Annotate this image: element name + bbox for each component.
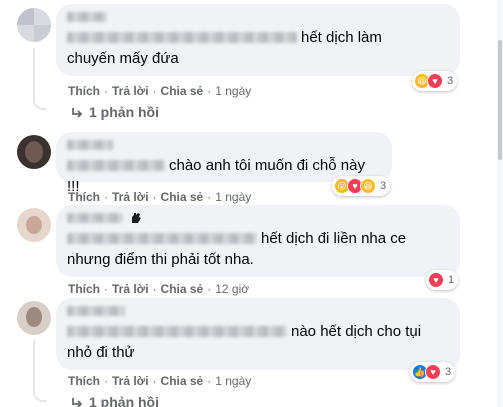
reaction-count: 1 (448, 274, 455, 286)
comment-actions: Thích · Trả lời · Chia sẻ · 12 giờ (68, 282, 250, 296)
replies-label: 1 phản hồi (89, 104, 159, 120)
comment-text: hết dịch đi liền nha ce (67, 228, 449, 249)
reaction-count: 3 (380, 180, 387, 192)
reply-action[interactable]: Trả lời (112, 84, 149, 98)
reaction-summary[interactable]: ♥ 1 (426, 270, 459, 290)
view-replies-button[interactable]: 1 phản hồi (70, 104, 159, 120)
comment-bubble: nào hết dịch cho tụi nhỏ đi thử (56, 298, 460, 370)
comment-author[interactable] (67, 304, 449, 318)
comment-author[interactable] (67, 211, 449, 225)
love-icon: ♥ (428, 272, 444, 288)
like-action[interactable]: Thích (68, 374, 100, 388)
comment-text-line2: nhỏ đi thử (67, 344, 135, 361)
avatar[interactable] (17, 135, 51, 169)
comment-time[interactable]: 12 giờ (215, 282, 249, 296)
reply-action[interactable]: Trả lời (112, 282, 149, 296)
comment-time[interactable]: 1 ngày (215, 374, 251, 388)
view-replies-button[interactable]: 1 phản hồi (70, 394, 159, 407)
reaction-count: 3 (445, 366, 452, 378)
haha-icon: 😆 (360, 178, 376, 194)
comment-text-line2: chuyến mấy đứa (67, 50, 179, 67)
reaction-count: 3 (447, 75, 454, 87)
comment-bubble: hết dịch làm chuyến mấy đứa (56, 4, 460, 76)
reply-action[interactable]: Trả lời (112, 190, 149, 204)
badge-icon (132, 213, 141, 223)
replies-label: 1 phản hồi (89, 394, 159, 407)
comment-text-line2: nhưng điểm thi phải tốt nha. (67, 251, 254, 268)
comment-author[interactable] (67, 138, 381, 152)
reply-arrow-icon (72, 107, 83, 118)
share-action[interactable]: Chia sẻ (161, 374, 204, 388)
avatar[interactable] (17, 208, 51, 242)
reaction-summary[interactable]: 😮 ♥ 😆 3 (332, 176, 391, 196)
comment-bubble: hết dịch đi liền nha ce nhưng điểm thi p… (56, 205, 460, 277)
share-action[interactable]: Chia sẻ (161, 190, 204, 204)
comment-actions: Thích · Trả lời · Chia sẻ · 1 ngày (68, 84, 252, 98)
thread-line (33, 48, 47, 110)
avatar[interactable] (17, 8, 51, 42)
reaction-summary[interactable]: 👍 ♥ 3 (410, 362, 456, 382)
share-action[interactable]: Chia sẻ (161, 282, 204, 296)
reply-arrow-icon (72, 397, 83, 407)
comment-time[interactable]: 1 ngày (215, 84, 251, 98)
reaction-summary[interactable]: 😆 ♥ 3 (412, 71, 458, 91)
avatar[interactable] (17, 301, 51, 335)
like-action[interactable]: Thích (68, 84, 100, 98)
thread-line (33, 340, 47, 402)
comment-time[interactable]: 1 ngày (215, 190, 251, 204)
comment-author[interactable] (67, 10, 449, 24)
reply-action[interactable]: Trả lời (112, 374, 149, 388)
like-action[interactable]: Thích (68, 282, 100, 296)
scrollbar-thumb[interactable] (498, 40, 502, 160)
comment-actions: Thích · Trả lời · Chia sẻ · 1 ngày (68, 190, 252, 204)
share-action[interactable]: Chia sẻ (161, 84, 204, 98)
scrollbar[interactable] (497, 0, 503, 407)
like-action[interactable]: Thích (68, 190, 100, 204)
comment-actions: Thích · Trả lời · Chia sẻ · 1 ngày (68, 374, 252, 388)
love-icon: ♥ (427, 73, 443, 89)
love-icon: ♥ (425, 364, 441, 380)
comment-bubble: chào anh tôi muốn đi chỗ này !!! (56, 132, 392, 195)
comment-text: nào hết dịch cho tụi (67, 321, 449, 342)
comment-text: hết dịch làm (67, 27, 449, 48)
